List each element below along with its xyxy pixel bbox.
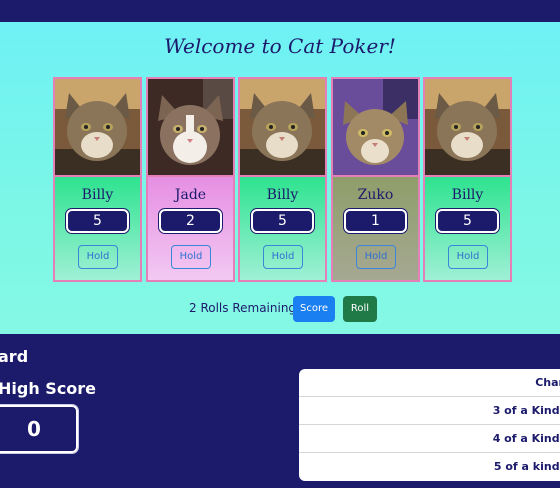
hold-button[interactable]: Hold [78,245,118,269]
hold-button[interactable]: Hold [263,245,303,269]
chart-header: Char [535,376,560,389]
cat-name: Billy [81,187,114,203]
cat-name: Jade [174,187,207,203]
chart-row-label: 4 of a Kind: [492,432,560,445]
card-body: Jade 2 Hold [148,177,233,280]
card-body: Billy 5 Hold [240,177,325,280]
high-score-value: 0 [27,417,41,441]
cat-card-5: Billy 5 Hold [423,77,512,282]
hold-button[interactable]: Hold [171,245,211,269]
cat-name: Zuko [357,187,394,203]
chart-row: 5 of a kind: [299,453,560,481]
card-value: 2 [159,209,222,233]
card-value: 5 [66,209,129,233]
rolls-remaining: 2 Rolls Remaining [189,301,297,315]
scoreboard-heading: ard [0,347,29,366]
card-body: Zuko 1 Hold [333,177,418,280]
chart-row: Char [299,369,560,397]
cat-card-3: Billy 5 Hold [238,77,327,282]
hold-button[interactable]: Hold [448,245,488,269]
cat-photo [55,79,140,177]
cat-card-1: Billy 5 Hold [53,77,142,282]
score-button[interactable]: Score [293,296,335,322]
hold-button[interactable]: Hold [356,245,396,269]
chart-row-label: 3 of a Kind: [492,404,560,417]
cat-photo [240,79,325,177]
cat-name: Billy [451,187,484,203]
cat-card-2: Jade 2 Hold [146,77,235,282]
cat-photo [425,79,510,177]
high-score-label: High Score [0,379,97,398]
card-value: 5 [436,209,499,233]
score-chart: Char 3 of a Kind: 4 of a Kind: 5 of a ki… [299,369,560,481]
game-area: Welcome to Cat Poker! Billy 5 Hold Jade … [0,22,560,334]
card-value: 1 [344,209,407,233]
chart-row: 4 of a Kind: [299,425,560,453]
chart-row: 3 of a Kind: [299,397,560,425]
roll-button[interactable]: Roll [343,296,377,322]
cat-photo [148,79,233,177]
top-navbar [0,0,560,22]
card-body: Billy 5 Hold [425,177,510,280]
cat-card-4: Zuko 1 Hold [331,77,420,282]
card-body: Billy 5 Hold [55,177,140,280]
page-title: Welcome to Cat Poker! [164,34,396,58]
cat-name: Billy [266,187,299,203]
chart-row-label: 5 of a kind: [493,460,560,473]
cat-photo [333,79,418,177]
card-value: 5 [251,209,314,233]
